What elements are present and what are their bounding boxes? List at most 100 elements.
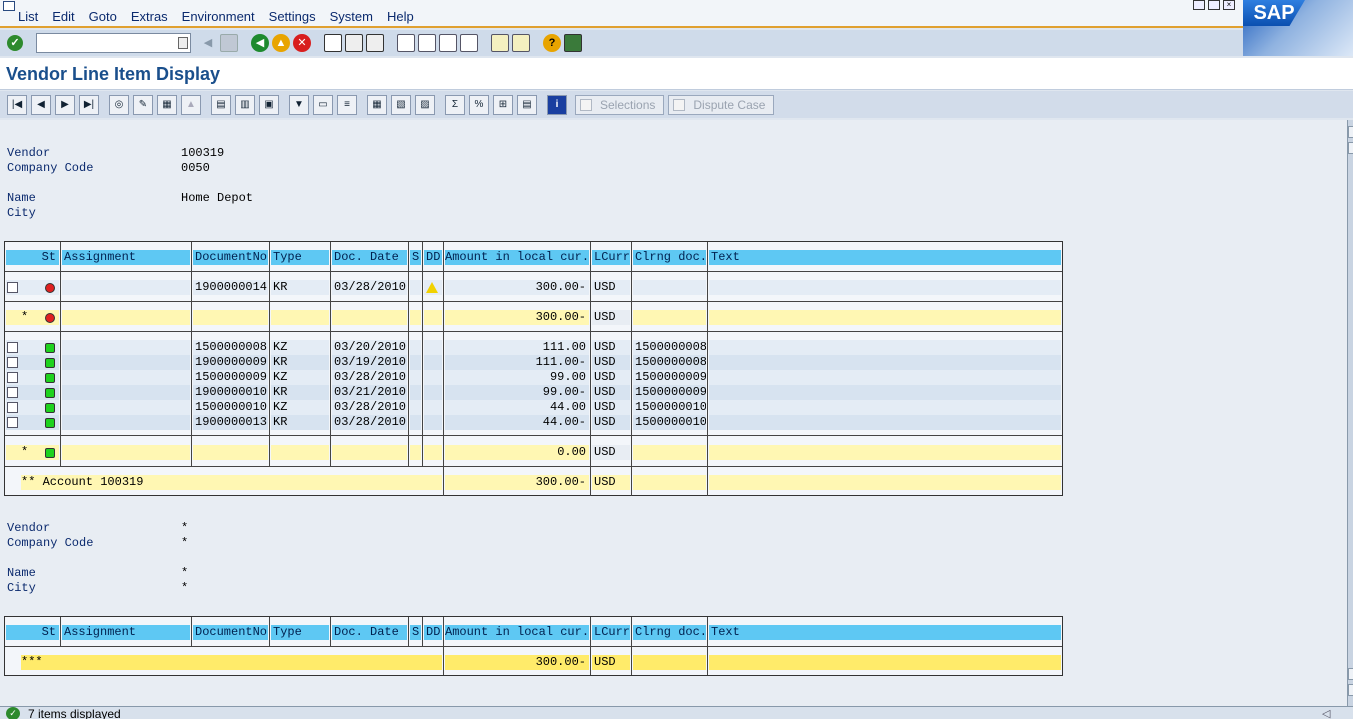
selections-button[interactable]: Selections [575, 94, 665, 115]
next-page-icon[interactable] [439, 34, 457, 52]
select-detail-icon[interactable]: ▣ [259, 94, 279, 115]
column-header-clrng[interactable]: Clrng doc. [633, 625, 706, 640]
scroll-up-icon[interactable] [1348, 142, 1353, 154]
save-icon[interactable] [220, 34, 238, 52]
layout-grid-icon[interactable]: ▦ [367, 94, 387, 115]
row-select-checkbox[interactable] [7, 372, 18, 383]
change-pencil-icon[interactable]: ✎ [133, 94, 153, 115]
column-header-docno[interactable]: DocumentNo [193, 250, 268, 265]
reverse-icon[interactable]: ▲ [181, 94, 201, 115]
first-item-icon[interactable]: |◀ [7, 94, 27, 115]
column-header-st[interactable]: St [6, 250, 59, 265]
table-row[interactable]: 1900000014 KR 03/28/2010 300.00- USD [5, 280, 1062, 295]
minimize-icon[interactable] [1193, 0, 1205, 10]
subtotal-icon[interactable]: % [469, 94, 489, 115]
create-shortcut-icon[interactable] [512, 34, 530, 52]
row-select-checkbox[interactable] [7, 387, 18, 398]
menu-settings[interactable]: Settings [269, 9, 316, 24]
subtotal-lcurr: USD [592, 445, 630, 460]
restore-icon[interactable] [1208, 0, 1220, 10]
exit-icon[interactable]: ▲ [272, 34, 290, 52]
row-select-checkbox[interactable] [7, 417, 18, 428]
last-item-icon[interactable]: ▶| [79, 94, 99, 115]
column-header-dd[interactable]: DD [424, 250, 442, 265]
find-icon[interactable] [345, 34, 363, 52]
column-header-docdate[interactable]: Doc. Date [332, 250, 407, 265]
next-item-icon[interactable]: ▶ [55, 94, 75, 115]
detail-icon[interactable]: ▥ [235, 94, 255, 115]
column-header-clrng[interactable]: Clrng doc. [633, 250, 706, 265]
column-header-docno[interactable]: DocumentNo [193, 625, 268, 640]
command-field[interactable] [36, 33, 191, 53]
create-session-icon[interactable] [491, 34, 509, 52]
previous-item-icon[interactable]: ◀ [31, 94, 51, 115]
command-history-icon[interactable] [178, 37, 188, 49]
column-divider [631, 617, 632, 646]
help-icon[interactable]: ? [543, 34, 561, 52]
table-row[interactable]: 1900000010 KR 03/21/2010 99.00- USD 150000000… [5, 385, 1062, 400]
row-select-checkbox[interactable] [7, 357, 18, 368]
column-header-amount[interactable]: Amount in local cur. [445, 250, 589, 265]
column-header-s[interactable]: S [410, 250, 421, 265]
mass-change-icon[interactable]: ▦ [157, 94, 177, 115]
back-icon[interactable]: ◀ [251, 34, 269, 52]
column-header-st[interactable]: St [6, 625, 59, 640]
menu-help[interactable]: Help [387, 9, 414, 24]
table-row[interactable]: 1500000009 KZ 03/28/2010 99.00 USD 1500000009 [5, 370, 1062, 385]
menu-goto[interactable]: Goto [89, 9, 117, 24]
column-header-text[interactable]: Text [709, 250, 1061, 265]
first-page-icon[interactable] [397, 34, 415, 52]
print-icon[interactable] [324, 34, 342, 52]
save-layout-icon[interactable]: ▨ [415, 94, 435, 115]
scroll-down-icon[interactable] [1348, 668, 1353, 680]
menu-list[interactable]: List [18, 9, 38, 24]
column-header-s[interactable]: S [410, 625, 421, 640]
menu-extras[interactable]: Extras [131, 9, 168, 24]
export-icon[interactable]: ▤ [517, 94, 537, 115]
print-preview-icon[interactable]: ▭ [313, 94, 333, 115]
column-header-assignment[interactable]: Assignment [62, 625, 190, 640]
sum-icon[interactable]: Σ [445, 94, 465, 115]
column-header-type[interactable]: Type [271, 625, 329, 640]
previous-page-icon[interactable] [418, 34, 436, 52]
column-header-text[interactable]: Text [709, 625, 1061, 640]
column-header-docdate[interactable]: Doc. Date [332, 625, 407, 640]
document-icon[interactable]: ▤ [211, 94, 231, 115]
table-row[interactable]: 1500000010 KZ 03/28/2010 44.00 USD 1500000010 [5, 400, 1062, 415]
command-input[interactable] [37, 34, 173, 52]
collapse-arrow-icon[interactable]: ◀ [199, 34, 217, 52]
column-header-amount[interactable]: Amount in local cur. [445, 625, 589, 640]
column-header-assignment[interactable]: Assignment [62, 250, 190, 265]
dispute-case-button[interactable]: Dispute Case [668, 94, 775, 115]
enter-check-icon[interactable]: ✓ [7, 35, 23, 51]
menu-edit[interactable]: Edit [52, 9, 74, 24]
row-select-checkbox[interactable] [7, 402, 18, 413]
table-row[interactable]: 1900000013 KR 03/28/2010 44.00- USD 150000001… [5, 415, 1062, 430]
last-page-icon[interactable] [460, 34, 478, 52]
table-row[interactable]: 1900000009 KR 03/19/2010 111.00- USD 15000000… [5, 355, 1062, 370]
table-row[interactable]: 1500000008 KZ 03/20/2010 111.00 USD 150000000… [5, 340, 1062, 355]
display-glasses-icon[interactable]: ◎ [109, 94, 129, 115]
close-icon[interactable]: × [1223, 0, 1235, 10]
column-header-type[interactable]: Type [271, 250, 329, 265]
layout-menu-icon[interactable] [564, 34, 582, 52]
expand-icon[interactable]: ⊞ [493, 94, 513, 115]
info-icon[interactable]: i [547, 94, 567, 115]
column-header-lcurr[interactable]: LCurr [592, 250, 630, 265]
filter-icon[interactable]: ▼ [289, 94, 309, 115]
status-expand-icon[interactable]: ◁ [1322, 707, 1330, 719]
vertical-scrollbar[interactable] [1347, 120, 1353, 706]
system-menu-icon[interactable] [3, 1, 15, 11]
cancel-icon[interactable]: ✕ [293, 34, 311, 52]
change-layout-icon[interactable]: ▧ [391, 94, 411, 115]
menu-system[interactable]: System [330, 9, 373, 24]
row-select-checkbox[interactable] [7, 342, 18, 353]
sort-icon[interactable]: ≡ [337, 94, 357, 115]
column-header-dd[interactable]: DD [424, 625, 442, 640]
scroll-bottom-icon[interactable] [1348, 684, 1353, 696]
find-next-icon[interactable] [366, 34, 384, 52]
scroll-top-icon[interactable] [1348, 126, 1353, 138]
column-header-lcurr[interactable]: LCurr [592, 625, 630, 640]
row-select-checkbox[interactable] [7, 282, 18, 293]
menu-environment[interactable]: Environment [182, 9, 255, 24]
